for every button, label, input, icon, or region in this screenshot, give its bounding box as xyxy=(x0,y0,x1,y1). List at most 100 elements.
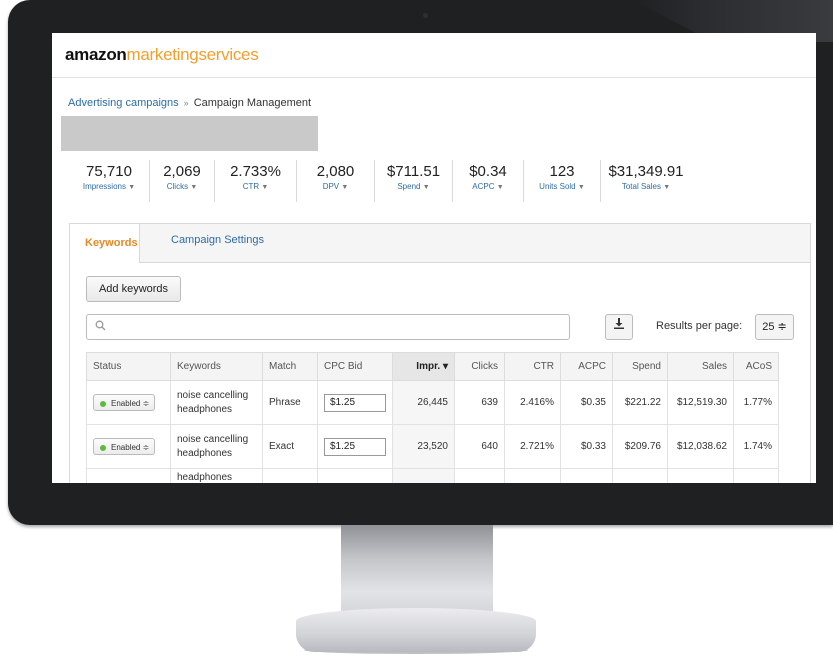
results-per-page-select[interactable]: 25 ≑ xyxy=(755,314,794,340)
ctr-cell: 2.416% xyxy=(504,380,561,425)
acos-cell: 1.77% xyxy=(733,380,779,425)
keyword-line2: headphones xyxy=(177,403,233,415)
breadcrumb-current: Campaign Management xyxy=(193,97,312,109)
bid-cell xyxy=(317,468,393,483)
clicks-cell: 640 xyxy=(454,424,505,469)
cpc-bid-input[interactable] xyxy=(324,393,386,412)
caret-down-icon: ▼ xyxy=(341,184,349,191)
redacted-campaign-name xyxy=(61,116,318,151)
column-header-keywords[interactable]: Keywords xyxy=(170,352,263,381)
metric-clicks[interactable]: 2,069 Clicks ▼ xyxy=(149,160,214,202)
column-header-clicks[interactable]: Clicks xyxy=(454,352,505,381)
sales-cell: $12,038.62 xyxy=(667,424,734,469)
sales-cell xyxy=(667,468,734,483)
download-button[interactable] xyxy=(605,314,633,340)
amazon-marketing-services-logo[interactable]: amazonmarketingservices xyxy=(65,45,259,65)
ctr-cell: 2.721% xyxy=(504,424,561,469)
column-header-status[interactable]: Status xyxy=(86,352,171,381)
table-row: headphones xyxy=(86,468,779,483)
metric-dpv[interactable]: 2,080 DPV ▼ xyxy=(296,160,374,202)
keyword-line1: noise cancelling xyxy=(177,389,249,401)
metric-acpc[interactable]: $0.34 ACPC ▼ xyxy=(452,160,523,202)
clicks-cell: 639 xyxy=(454,380,505,425)
column-header-acos[interactable]: ACoS xyxy=(733,352,779,381)
caret-down-icon: ▼ xyxy=(261,184,269,191)
status-cell: Enabled ≑ xyxy=(86,424,171,469)
column-header-acpc[interactable]: ACPC xyxy=(560,352,613,381)
breadcrumb-advertising-campaigns[interactable]: Advertising campaigns xyxy=(68,97,179,109)
enabled-dot-icon xyxy=(100,444,106,451)
status-select[interactable]: Enabled ≑ xyxy=(93,438,155,455)
spend-cell xyxy=(612,468,668,483)
top-bar: amazonmarketingservices xyxy=(52,33,816,78)
match-cell: Exact xyxy=(262,424,318,469)
keyword-line2: headphones xyxy=(177,447,233,459)
monitor-base xyxy=(296,608,536,652)
metric-impressions[interactable]: 75,710 Impressions ▼ xyxy=(69,160,149,202)
caret-down-icon: ▼ xyxy=(422,184,430,191)
caret-down-icon: ▼ xyxy=(128,184,136,191)
monitor-bezel: amazonmarketingservices Advertising camp… xyxy=(8,0,833,525)
caret-down-icon: ▼ xyxy=(496,184,504,191)
status-cell xyxy=(86,468,171,483)
acpc-cell xyxy=(560,468,613,483)
enabled-dot-icon xyxy=(100,400,106,407)
column-header-match[interactable]: Match xyxy=(262,352,318,381)
ctr-cell xyxy=(504,468,561,483)
screen: amazonmarketingservices Advertising camp… xyxy=(52,33,816,483)
add-keywords-button[interactable]: Add keywords xyxy=(86,276,181,302)
metric-ctr[interactable]: 2.733% CTR ▼ xyxy=(214,160,296,202)
status-label: Enabled ≑ xyxy=(111,443,150,452)
metric-spend[interactable]: $711.51 Spend ▼ xyxy=(374,160,452,202)
column-header-spend[interactable]: Spend xyxy=(612,352,668,381)
sales-cell: $12,519.30 xyxy=(667,380,734,425)
metric-value: $0.34 xyxy=(469,163,507,180)
metric-label: Impressions xyxy=(82,182,126,191)
table-row: Enabled ≑ noise cancelling headphones Phr… xyxy=(86,380,779,425)
metric-value: 75,710 xyxy=(86,163,132,180)
tab-campaign-settings[interactable]: Campaign Settings xyxy=(171,234,264,246)
metric-total-sales[interactable]: $31,349.91 Total Sales ▼ xyxy=(600,160,691,202)
keyword-cell: noise cancelling headphones xyxy=(170,380,263,425)
search-input[interactable] xyxy=(86,314,570,340)
acos-cell: 1.74% xyxy=(733,424,779,469)
tab-bar: Keywords Campaign Settings xyxy=(70,224,810,263)
impressions-cell: 26,445 xyxy=(392,380,455,425)
spend-cell: $221.22 xyxy=(612,380,668,425)
download-icon xyxy=(614,318,624,332)
monitor-stand xyxy=(341,525,493,620)
metric-value: $711.51 xyxy=(386,163,441,180)
bid-cell xyxy=(317,380,393,425)
campaign-panel: Keywords Campaign Settings Add keywords … xyxy=(69,223,811,483)
tab-keywords[interactable]: Keywords xyxy=(70,224,140,263)
keyword-cell: noise cancelling headphones xyxy=(170,424,263,469)
metric-units-sold[interactable]: 123 Units Sold ▼ xyxy=(523,160,600,202)
column-header-sales[interactable]: Sales xyxy=(667,352,734,381)
camera-icon xyxy=(423,13,428,18)
caret-down-icon: ▼ xyxy=(663,184,671,191)
caret-down-icon: ▼ xyxy=(190,184,198,191)
column-header-impressions[interactable]: Impr. ▾ xyxy=(392,352,455,381)
metric-label: DPV xyxy=(322,182,340,191)
status-cell: Enabled ≑ xyxy=(86,380,171,425)
metric-value: 2.733% xyxy=(230,163,281,180)
acos-cell xyxy=(733,468,779,483)
metric-value: 123 xyxy=(549,163,575,180)
column-header-ctr[interactable]: CTR xyxy=(504,352,561,381)
metric-label: Total Sales xyxy=(621,182,661,191)
keyword-cell: headphones xyxy=(170,468,263,483)
column-header-cpc-bid[interactable]: CPC Bid xyxy=(317,352,393,381)
impressions-cell: 23,520 xyxy=(392,424,455,469)
impressions-cell xyxy=(392,468,455,483)
cpc-bid-input[interactable] xyxy=(324,437,386,456)
metric-value: 2,069 xyxy=(163,163,201,180)
keyword-line1: headphones xyxy=(177,472,233,483)
keywords-table: Status Keywords Match CPC Bid Impr. ▾ Cl… xyxy=(86,352,779,483)
acpc-cell: $0.35 xyxy=(560,380,613,425)
logo-rest-text: marketingservices xyxy=(126,45,259,64)
status-select[interactable]: Enabled ≑ xyxy=(93,394,155,411)
clicks-cell xyxy=(454,468,505,483)
bid-cell xyxy=(317,424,393,469)
metric-label: Clicks xyxy=(166,182,189,191)
table-row: Enabled ≑ noise cancelling headphones Exa… xyxy=(86,424,779,469)
